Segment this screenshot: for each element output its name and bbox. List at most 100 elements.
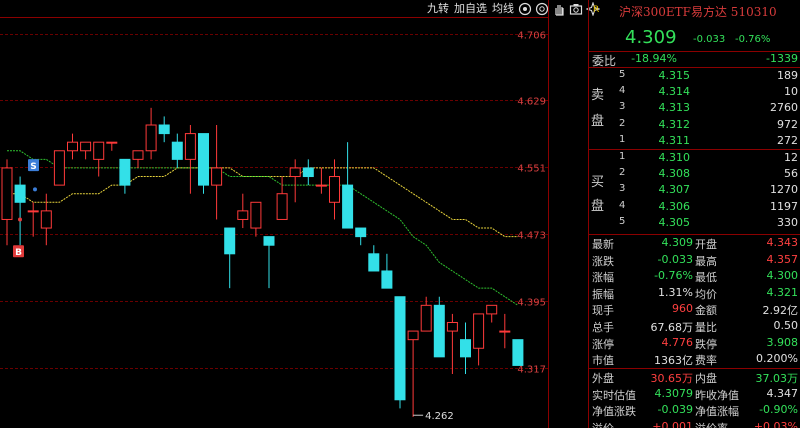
stat-label: 市值 <box>592 354 614 368</box>
camera-icon[interactable] <box>569 2 583 16</box>
stat-row: 涨幅 -0.76% 最低 4.300 <box>589 268 800 284</box>
y-tick-label: 4.473 <box>517 231 546 242</box>
asks-row[interactable]: 2 4.312 972 <box>589 117 800 133</box>
bids-volume: 1270 <box>770 183 798 197</box>
candle-body <box>368 253 380 272</box>
add-watchlist-button[interactable]: 加自选 <box>453 1 488 17</box>
y-tick-label: 4.551 <box>517 164 546 175</box>
b-marker-label: B <box>15 248 22 258</box>
candle-body <box>1 167 13 220</box>
stat-value: 4.3079 <box>654 386 694 400</box>
asks-level: 4 <box>619 85 626 97</box>
stat-value: -0.76% <box>654 269 693 283</box>
asks-price: 4.315 <box>658 69 691 82</box>
stat-label: 涨跌 <box>592 254 614 268</box>
candle-body <box>394 296 406 401</box>
candle-body <box>315 184 327 187</box>
stat-value: -0.039 <box>657 403 693 417</box>
stat-label: 溢价率 <box>695 420 728 428</box>
stat-value: 37.03万 <box>755 372 799 385</box>
security-name: 沪深300ETF易方达 510310 <box>619 5 777 19</box>
candle-body <box>276 193 288 220</box>
stat-label: 均价 <box>695 287 717 301</box>
stat-value: 4.300 <box>766 269 799 283</box>
target-icon[interactable] <box>518 2 532 16</box>
bids-price: 4.310 <box>658 151 691 164</box>
stat-row: 市值 1363亿 费率 0.200% <box>589 351 800 367</box>
kline-chart-canvas[interactable]: 4.706 4.629 4.551 4.473 4.395 4.317 4.262 S B <box>0 0 548 428</box>
stat-row: 净值涨跌 -0.039 净值涨幅 -0.90% <box>589 402 800 418</box>
bids-price: 4.306 <box>658 199 691 213</box>
weibi-diff: -1339 <box>766 52 798 65</box>
asks-row[interactable]: 5 4.315 189 <box>589 68 800 84</box>
target-icon[interactable] <box>535 2 549 16</box>
sell-label: 卖 <box>591 88 605 103</box>
stat-value: -0.033 <box>657 252 693 266</box>
low-label: 4.262 <box>425 411 454 422</box>
buy-label: 买 <box>591 175 605 190</box>
candle-body <box>119 158 131 186</box>
bids-price: 4.307 <box>658 183 691 197</box>
bids-price: 4.305 <box>658 215 691 229</box>
asks-price: 4.314 <box>658 85 691 99</box>
bids-row[interactable]: 1 4.310 12 <box>589 150 800 166</box>
asks-row[interactable]: 4 4.314 10 <box>589 84 800 100</box>
candle-body <box>184 133 196 160</box>
y-tick-label: 4.395 <box>517 298 546 309</box>
price-change: -0.033 <box>693 34 726 45</box>
bids-row[interactable]: 3 4.307 1270 <box>589 182 800 198</box>
weibi-pct: -18.94% <box>631 52 677 65</box>
stat-value: 4.347 <box>766 386 799 400</box>
candle-body <box>499 330 511 333</box>
candle-body <box>355 227 367 238</box>
stat-label: 现手 <box>592 304 614 318</box>
candle-body <box>237 210 249 220</box>
quote-header: R 沪深300ETF易方达 510310 <box>589 0 800 24</box>
candle-body <box>512 339 524 366</box>
bids-row[interactable]: 4 4.306 1197 <box>589 199 800 215</box>
candle-body <box>263 236 275 246</box>
hand-icon[interactable] <box>552 2 566 16</box>
stat-row: 外盘 30.65万 内盘 37.03万 <box>589 369 800 385</box>
candle-body <box>473 313 485 349</box>
stat-label: 内盘 <box>695 372 717 385</box>
chart-axis-divider <box>548 0 549 428</box>
moving-average-button[interactable]: 均线 <box>491 1 515 17</box>
asks-row[interactable]: 3 4.313 2760 <box>589 100 800 116</box>
bids-price: 4.308 <box>658 167 691 181</box>
asks-level: 2 <box>619 117 626 129</box>
sell-label: 盘 <box>591 114 605 129</box>
candle-body <box>486 304 498 315</box>
bids-level: 3 <box>619 183 626 195</box>
candle-body <box>250 201 262 229</box>
bids-level: 4 <box>619 199 626 211</box>
stat-label: 开盘 <box>695 238 717 251</box>
asks-row[interactable]: 1 4.311 272 <box>589 133 800 149</box>
bids-row[interactable]: 2 4.308 56 <box>589 166 800 182</box>
last-price: 4.309 <box>625 27 677 48</box>
stat-label: 净值涨跌 <box>592 405 636 419</box>
s-marker-label: S <box>30 162 36 172</box>
candle-body <box>171 141 183 160</box>
candle-body <box>420 304 432 332</box>
stat-value: 4.343 <box>766 236 799 249</box>
candle-body <box>40 210 52 229</box>
nine-turn-button[interactable]: 九转 <box>426 1 450 17</box>
asks-volume: 189 <box>777 69 798 82</box>
stat-value: 2.92亿 <box>762 304 799 318</box>
quote-panel: R 沪深300ETF易方达 510310 4.309 -0.033 -0.76%… <box>589 0 800 428</box>
stat-value: +0.03% <box>753 419 798 428</box>
stat-value: 0.50 <box>773 319 799 332</box>
stat-label: 实时估值 <box>592 388 636 402</box>
stat-label: 振幅 <box>592 287 614 301</box>
stat-label: 最高 <box>695 254 717 268</box>
candle-body <box>158 124 170 135</box>
price-row: 4.309 -0.033 -0.76% <box>589 26 800 50</box>
stat-value: 3.908 <box>766 335 799 349</box>
stat-value: 1363亿 <box>654 354 693 368</box>
ma-green-line <box>7 150 519 306</box>
kline-chart[interactable]: 4.706 4.629 4.551 4.473 4.395 4.317 4.262 S B <box>0 0 548 428</box>
bids-volume: 12 <box>784 151 798 164</box>
stat-row: 实时估值 4.3079 昨收净值 4.347 <box>589 386 800 402</box>
bids-row[interactable]: 5 4.305 330 <box>589 215 800 231</box>
